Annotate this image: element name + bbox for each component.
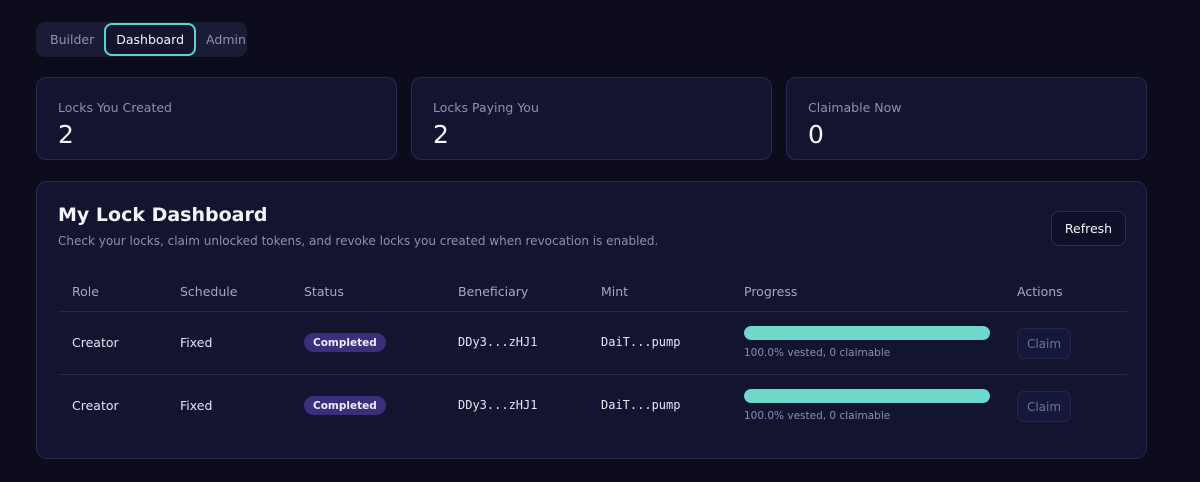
header-role: Role xyxy=(72,284,99,299)
cell-mint: DaiT...pump xyxy=(601,398,681,412)
cell-beneficiary: DDy3...zHJ1 xyxy=(458,335,538,349)
progress-bar xyxy=(744,389,990,403)
view-tabs: Builder Dashboard Admin xyxy=(36,22,247,57)
stat-card-locks-paying: Locks Paying You 2 xyxy=(411,77,772,160)
cell-schedule: Fixed xyxy=(180,398,213,413)
progress-bar-fill xyxy=(744,389,990,403)
claim-button[interactable]: Claim xyxy=(1017,328,1071,359)
refresh-button[interactable]: Refresh xyxy=(1051,211,1126,246)
header-schedule: Schedule xyxy=(180,284,238,299)
cell-beneficiary: DDy3...zHJ1 xyxy=(458,398,538,412)
panel-subtitle: Check your locks, claim unlocked tokens,… xyxy=(58,234,659,248)
header-status: Status xyxy=(304,284,344,299)
stat-value: 0 xyxy=(808,120,824,149)
header-progress: Progress xyxy=(744,284,798,299)
tab-dashboard[interactable]: Dashboard xyxy=(104,23,197,56)
stat-card-locks-created: Locks You Created 2 xyxy=(36,77,397,160)
tab-builder[interactable]: Builder xyxy=(40,23,104,56)
cell-schedule: Fixed xyxy=(180,335,213,350)
stat-label: Locks You Created xyxy=(58,100,172,115)
claim-button[interactable]: Claim xyxy=(1017,391,1071,422)
cell-role: Creator xyxy=(72,335,119,350)
panel-title: My Lock Dashboard xyxy=(58,204,268,226)
stat-value: 2 xyxy=(58,120,74,149)
progress-text: 100.0% vested, 0 claimable xyxy=(744,347,891,359)
header-beneficiary: Beneficiary xyxy=(458,284,529,299)
tab-admin[interactable]: Admin xyxy=(196,23,256,56)
status-badge: Completed xyxy=(304,396,386,415)
stat-label: Claimable Now xyxy=(808,100,902,115)
progress-text: 100.0% vested, 0 claimable xyxy=(744,410,891,422)
header-mint: Mint xyxy=(601,284,629,299)
progress-bar xyxy=(744,326,990,340)
stat-value: 2 xyxy=(433,120,449,149)
cell-role: Creator xyxy=(72,398,119,413)
cell-mint: DaiT...pump xyxy=(601,335,681,349)
status-badge: Completed xyxy=(304,333,386,352)
table-row: Creator Fixed Completed DDy3...zHJ1 DaiT… xyxy=(58,312,1127,375)
header-actions: Actions xyxy=(1017,284,1063,299)
lock-dashboard-panel: My Lock Dashboard Check your locks, clai… xyxy=(36,181,1147,459)
stat-label: Locks Paying You xyxy=(433,100,539,115)
progress-bar-fill xyxy=(744,326,990,340)
stat-card-claimable-now: Claimable Now 0 xyxy=(786,77,1147,160)
table-row: Creator Fixed Completed DDy3...zHJ1 DaiT… xyxy=(58,375,1127,438)
table-header: Role Schedule Status Beneficiary Mint Pr… xyxy=(58,272,1127,312)
